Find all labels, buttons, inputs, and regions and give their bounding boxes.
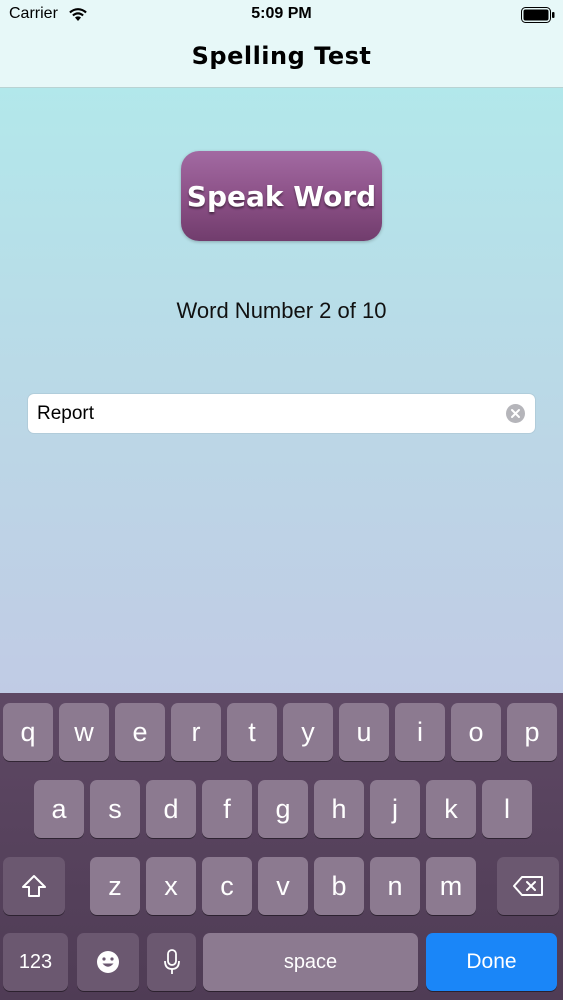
status-time: 5:09 PM xyxy=(251,5,312,22)
emoji-icon xyxy=(97,951,119,973)
key-n[interactable]: n xyxy=(370,857,420,915)
key-a[interactable]: a xyxy=(34,780,84,838)
key-x[interactable]: x xyxy=(146,857,196,915)
answer-field[interactable] xyxy=(28,394,535,433)
key-b[interactable]: b xyxy=(314,857,364,915)
keyboard: q w e r t y u i o p a s d f g h j k l z … xyxy=(0,693,563,1000)
key-h[interactable]: h xyxy=(314,780,364,838)
key-f[interactable]: f xyxy=(202,780,252,838)
key-j[interactable]: j xyxy=(370,780,420,838)
key-p[interactable]: p xyxy=(507,703,557,761)
numbers-key[interactable]: 123 xyxy=(3,933,68,991)
dictation-key[interactable] xyxy=(147,933,196,991)
battery-icon xyxy=(521,7,555,23)
status-bar: Carrier 5:09 PM xyxy=(0,0,563,30)
key-t[interactable]: t xyxy=(227,703,277,761)
key-o[interactable]: o xyxy=(451,703,501,761)
word-progress-label: Word Number 2 of 10 xyxy=(176,298,387,323)
key-d[interactable]: d xyxy=(146,780,196,838)
key-z[interactable]: z xyxy=(90,857,140,915)
backspace-key[interactable] xyxy=(497,857,559,915)
key-s[interactable]: s xyxy=(90,780,140,838)
key-r[interactable]: r xyxy=(171,703,221,761)
key-g[interactable]: g xyxy=(258,780,308,838)
key-m[interactable]: m xyxy=(426,857,476,915)
navigation-bar: Spelling Test xyxy=(0,30,563,88)
key-u[interactable]: u xyxy=(339,703,389,761)
key-v[interactable]: v xyxy=(258,857,308,915)
backspace-icon xyxy=(513,876,543,896)
clear-text-icon[interactable] xyxy=(506,404,525,423)
page-title: Spelling Test xyxy=(191,42,372,70)
key-i[interactable]: i xyxy=(395,703,445,761)
key-e[interactable]: e xyxy=(115,703,165,761)
microphone-icon xyxy=(163,949,180,974)
key-q[interactable]: q xyxy=(3,703,53,761)
emoji-key[interactable] xyxy=(77,933,139,991)
key-l[interactable]: l xyxy=(482,780,532,838)
key-k[interactable]: k xyxy=(426,780,476,838)
key-c[interactable]: c xyxy=(202,857,252,915)
space-key[interactable]: space xyxy=(203,933,418,991)
key-y[interactable]: y xyxy=(283,703,333,761)
done-key[interactable]: Done xyxy=(426,933,557,991)
shift-icon xyxy=(22,875,46,897)
shift-key[interactable] xyxy=(3,857,65,915)
speak-word-button[interactable]: Speak Word xyxy=(181,151,382,241)
answer-input[interactable] xyxy=(37,394,497,433)
key-w[interactable]: w xyxy=(59,703,109,761)
